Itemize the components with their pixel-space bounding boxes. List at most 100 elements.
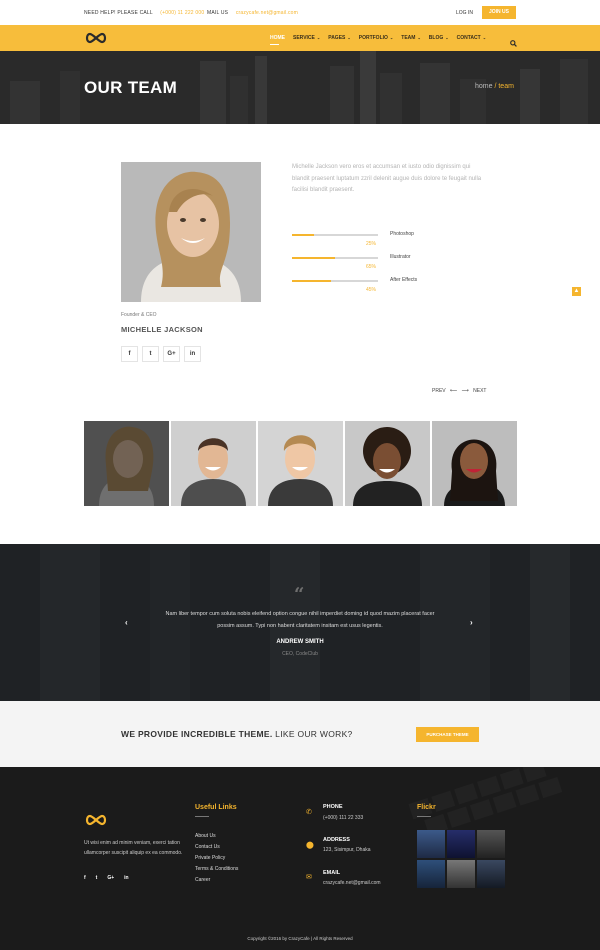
breadcrumb-home[interactable]: home [475,83,493,90]
page-banner: OUR TEAM home / team [0,51,600,124]
member-social-links: f t G+ in [121,346,205,362]
nav-label: BLOG [428,35,444,41]
nav-menu: HOME SERVICE ⌄ PAGES ⌄ PORTFOLIO ⌄ TEAM ⌄ BL… [270,25,494,51]
twitter-icon[interactable]: t [96,875,98,881]
prev-link[interactable]: PREV [432,388,446,394]
footer-link-privacy[interactable]: Private Policy [195,853,238,864]
google-plus-icon[interactable]: G+ [163,346,180,362]
chevron-left-icon[interactable]: ‹ [125,618,128,627]
login-link[interactable]: LOG IN [456,10,473,16]
skill-bar: After Effects 45% [292,277,480,300]
flickr-gallery [417,830,507,888]
chevron-down-icon: ⌄ [445,35,449,40]
twitter-icon[interactable]: t [142,346,159,362]
linkedin-icon[interactable]: in [124,875,128,881]
cta-text: WE PROVIDE INCREDIBLE THEME. LIKE OUR WO… [121,729,353,739]
skill-track [292,257,378,259]
email-heading: EMAIL [323,870,341,876]
nav-label: CONTACT [456,35,481,41]
team-thumb[interactable] [171,421,256,506]
help-phone[interactable]: (+000) 11 222 000 [160,10,204,16]
skill-bar: Illustrator 65% [292,254,480,277]
mail-label: MAIL US [207,10,229,16]
footer-link-career[interactable]: Career [195,875,238,886]
skill-name: Photoshop [390,231,414,237]
cta-text-bold: WE PROVIDE INCREDIBLE THEME. [121,729,273,739]
team-thumb[interactable] [345,421,430,506]
chevron-down-icon: ⌄ [482,35,487,40]
footer-background-image [0,767,600,950]
flickr-thumb[interactable] [447,860,475,888]
skill-name: Illustrator [390,254,411,260]
flickr-thumb[interactable] [477,860,505,888]
nav-item-team[interactable]: TEAM ⌄ [401,35,421,41]
nav-item-service[interactable]: SERVICE ⌄ [293,35,320,41]
phone-heading: PHONE [323,804,343,810]
breadcrumb-current: / team [494,83,514,90]
map-pin-icon: ⬤ [306,842,314,849]
nav-label: PAGES [328,35,346,41]
google-plus-icon[interactable]: G+ [107,875,114,881]
testimonial-text: Nam liber tempor cum soluta nobis eleife… [165,611,435,629]
facebook-icon[interactable]: f [121,346,138,362]
testimonial-author: ANDREW SMITH [276,639,324,645]
flickr-thumb[interactable] [417,860,445,888]
flickr-thumb[interactable] [417,830,445,858]
mail-address[interactable]: crazycafe.net@gmail.com [236,10,298,16]
quote-icon: “ [294,584,305,605]
mail-contact: MAIL US crazycafe.net@gmail.com [207,10,298,16]
footer-link-terms[interactable]: Terms & Conditions [195,864,238,875]
logo-icon[interactable] [84,31,108,50]
facebook-icon[interactable]: f [84,875,86,881]
arrow-left-icon[interactable]: ⟵ [450,388,457,394]
search-icon[interactable] [510,34,517,52]
page-title: OUR TEAM [84,78,178,97]
linkedin-icon[interactable]: in [184,346,201,362]
chevron-down-icon: ⌄ [347,35,351,40]
nav-label: TEAM [401,35,416,41]
top-bar: NEED HELP! PLEASE CALL (+000) 11 222 000… [0,0,600,25]
chevron-down-icon: ⌄ [316,35,321,40]
nav-label: SERVICE [293,35,315,41]
main-navigation: HOME SERVICE ⌄ PAGES ⌄ PORTFOLIO ⌄ TEAM ⌄ BL… [0,25,600,51]
footer-about-text: Ut wisi enim ad minim veniam, exerci tat… [84,840,183,856]
member-bio: Michelle Jackson vero eros et accumsan e… [292,164,482,193]
team-thumb[interactable] [84,421,169,506]
nav-item-contact[interactable]: CONTACT ⌄ [457,35,486,41]
skill-name: After Effects [390,277,418,283]
chevron-right-icon[interactable]: › [470,618,473,627]
arrow-right-icon[interactable]: ⟶ [462,388,469,394]
team-thumb[interactable] [432,421,517,506]
nav-item-blog[interactable]: BLOG ⌄ [429,35,449,41]
member-name: MICHELLE JACKSON [121,325,203,334]
breadcrumb: home / team [475,83,514,90]
call-to-action: WE PROVIDE INCREDIBLE THEME. LIKE OUR WO… [0,701,600,767]
skill-fill [292,257,335,259]
useful-links-list: About Us Contact Us Private Policy Terms… [195,831,238,886]
join-us-button[interactable]: JOIN US [482,6,516,19]
skill-percent: 25% [366,241,377,247]
scroll-to-top-button[interactable]: ▲ [572,287,581,296]
chevron-down-icon: ⌄ [417,35,421,40]
purchase-theme-button[interactable]: PURCHASE THEME [416,727,479,742]
next-link[interactable]: NEXT [473,388,486,394]
testimonial-section: “ Nam liber tempor cum soluta nobis elei… [0,544,600,701]
nav-item-home[interactable]: HOME [270,35,285,45]
team-thumb[interactable] [258,421,343,506]
phone-icon: ✆ [306,809,312,816]
footer-logo-icon[interactable] [84,813,108,832]
footer-link-about[interactable]: About Us [195,831,238,842]
flickr-thumb[interactable] [477,830,505,858]
page: NEED HELP! PLEASE CALL (+000) 11 222 000… [0,0,600,950]
email-value[interactable]: crazycafe.net@gmail.com [323,880,381,886]
skill-track [292,234,378,236]
flickr-thumb[interactable] [447,830,475,858]
envelope-icon: ✉ [306,874,312,881]
footer: Ut wisi enim ad minim veniam, exerci tat… [0,767,600,950]
skill-fill [292,280,331,282]
footer-link-contact[interactable]: Contact Us [195,842,238,853]
testimonial-position: CEO, CodeClub [282,651,318,657]
footer-social-links: f t G+ in [84,875,139,881]
nav-item-pages[interactable]: PAGES ⌄ [328,35,351,41]
nav-item-portfolio[interactable]: PORTFOLIO ⌄ [359,35,394,41]
